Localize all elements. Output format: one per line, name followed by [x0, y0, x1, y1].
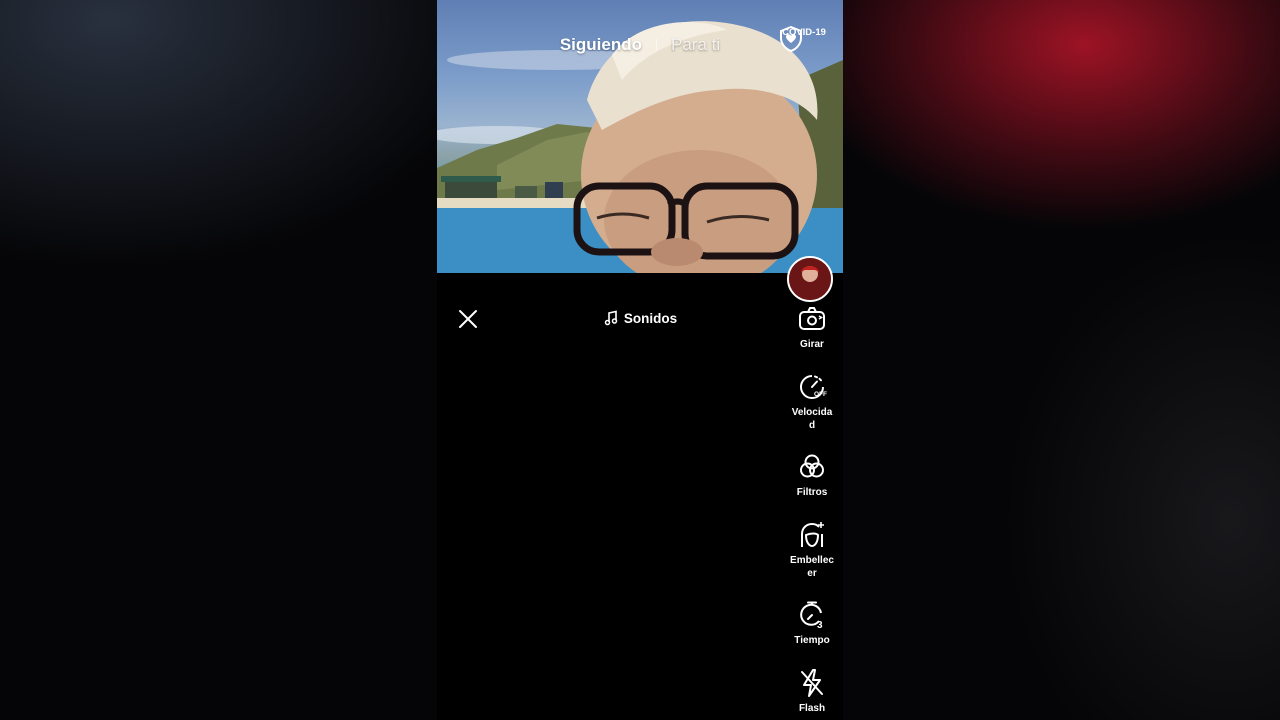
phone-screen: Siguiendo Para ti COVID-19 Sonidos Girar… — [437, 0, 843, 720]
tool-flash[interactable]: Flash — [785, 668, 839, 715]
tool-speed-label: Velocidad — [791, 407, 833, 431]
tool-timer[interactable]: 3 Tiempo — [785, 600, 839, 647]
video-preview[interactable]: Siguiendo Para ti COVID-19 — [437, 0, 843, 273]
beautify-icon — [801, 522, 824, 548]
tool-beautify-label: Embellecer — [790, 555, 834, 579]
svg-text:OFF: OFF — [814, 391, 827, 398]
tool-flip-label: Girar — [800, 339, 824, 350]
shield-heart-icon — [780, 26, 802, 52]
tool-filters-label: Filtros — [796, 487, 828, 498]
tool-timer-label: Tiempo — [794, 635, 830, 646]
tool-speed[interactable]: OFF Velocidad — [785, 372, 839, 432]
sounds-label: Sonidos — [623, 310, 678, 326]
sounds-selector: Sonidos — [437, 310, 843, 329]
tab-following[interactable]: Siguiendo — [560, 35, 642, 55]
tab-divider — [656, 39, 658, 51]
flip-camera-icon — [799, 307, 825, 330]
tool-flip[interactable]: Girar — [785, 304, 839, 351]
tool-filters[interactable]: Filtros — [785, 452, 839, 499]
covid-badge[interactable]: COVID-19 — [779, 26, 829, 52]
tab-for-you[interactable]: Para ti — [671, 35, 720, 55]
timer-3-icon: 3 — [800, 601, 823, 630]
speed-off-icon: OFF — [800, 375, 827, 399]
filters-icon — [800, 454, 824, 478]
music-note-icon — [604, 310, 618, 326]
tool-beautify[interactable]: Embellecer — [785, 520, 839, 580]
flash-off-icon — [801, 669, 823, 697]
svg-text:3: 3 — [817, 620, 823, 630]
sounds-button[interactable]: Sonidos — [603, 310, 677, 326]
avatar[interactable] — [787, 256, 833, 302]
avatar-image — [789, 258, 831, 300]
tool-flash-label: Flash — [798, 703, 826, 714]
